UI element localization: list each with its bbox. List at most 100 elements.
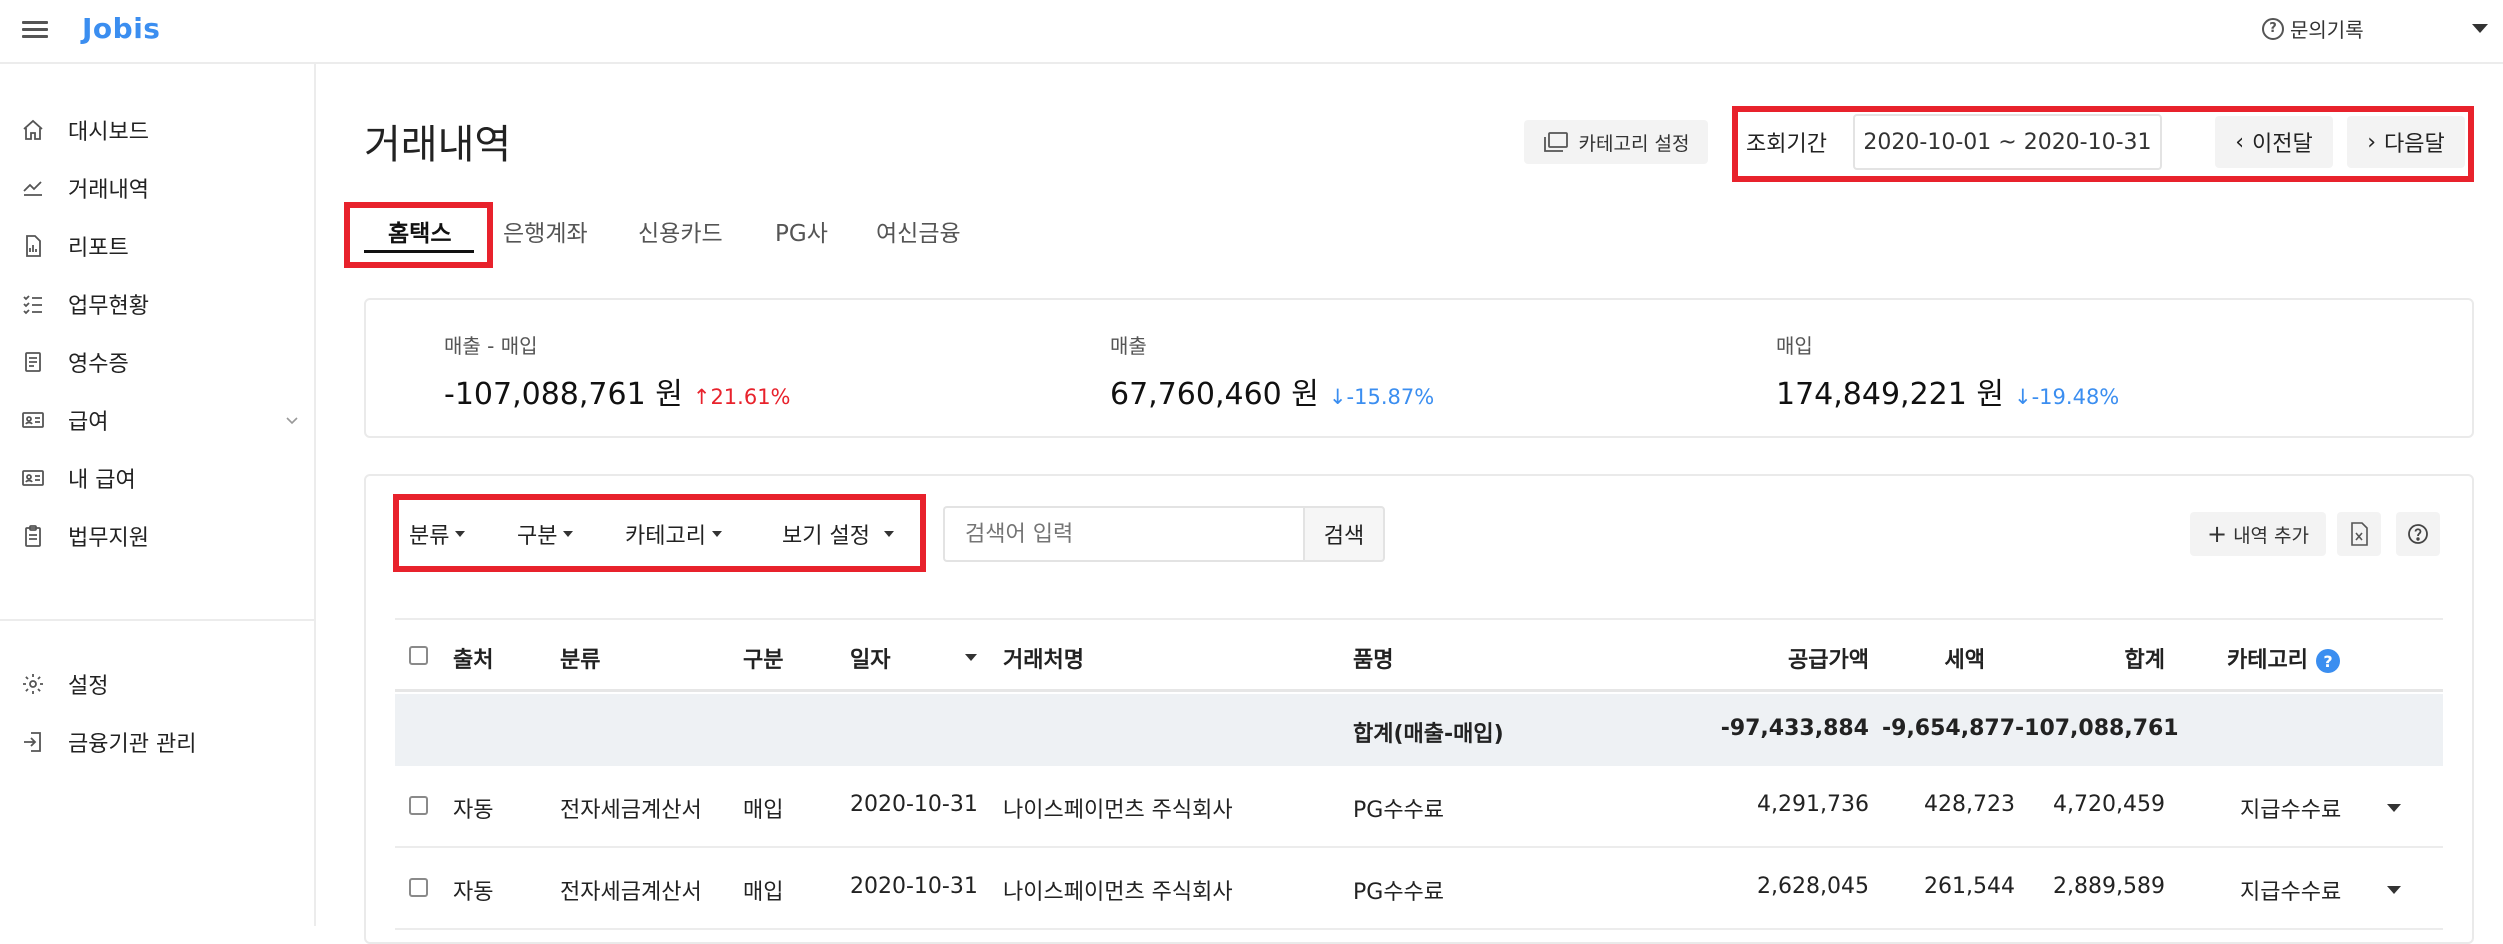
tab-bank-account[interactable]: 은행계좌 — [503, 214, 588, 248]
summary-net: 매출 - 매입 -107,088,761 원 ↑21.61% — [444, 330, 791, 413]
prev-month-button[interactable]: ‹ 이전달 — [2215, 116, 2333, 168]
category-dropdown-caret-icon[interactable] — [2387, 886, 2401, 894]
sidebar-item-label: 업무현황 — [68, 294, 149, 319]
active-tab-underline — [364, 250, 474, 253]
cell-division: 매입 — [743, 880, 784, 905]
summary-value: 67,760,460 원 — [1110, 377, 1319, 412]
row-checkbox[interactable] — [409, 796, 428, 815]
login-icon — [20, 729, 46, 755]
tab-pg[interactable]: PG사 — [775, 214, 828, 248]
question-circle-icon — [2408, 524, 2428, 544]
cell-date: 2020-10-31 — [850, 792, 978, 817]
sidebar-item-my-payroll[interactable]: 내 급여 — [20, 458, 300, 498]
receipt-icon — [20, 349, 46, 375]
col-date[interactable]: 일자 — [850, 642, 890, 674]
sidebar-item-settings[interactable]: 설정 — [20, 664, 300, 704]
col-classification[interactable]: 분류 — [560, 642, 600, 674]
summary-value: -107,088,761 원 — [444, 377, 683, 412]
summary-card: 매출 - 매입 -107,088,761 원 ↑21.61% 매출 67,760… — [364, 298, 2474, 438]
row-checkbox[interactable] — [409, 878, 428, 897]
period-date-range-field[interactable]: 2020-10-01 ~ 2020-10-31 — [1853, 114, 2162, 170]
help-button[interactable] — [2396, 512, 2440, 556]
prev-month-label: 이전달 — [2252, 132, 2313, 157]
search-button[interactable]: 검색 — [1303, 506, 1385, 562]
classification-dropdown[interactable]: 분류 — [409, 518, 466, 550]
col-total[interactable]: 합계 — [2075, 642, 2165, 674]
col-vendor[interactable]: 거래처명 — [1003, 642, 1084, 674]
sidebar-item-receipt[interactable]: 영수증 — [20, 342, 300, 382]
table-row[interactable]: 자동 전자세금계산서 매입 2020-10-31 나이스페이먼츠 주식회사 PG… — [395, 766, 2443, 848]
sidebar-divider — [0, 619, 314, 621]
add-entry-button[interactable]: + 내역 추가 — [2190, 512, 2326, 556]
cell-category[interactable]: 지급수수료 — [2240, 792, 2341, 824]
summary-value: 174,849,221 원 — [1776, 377, 2004, 412]
cell-category[interactable]: 지급수수료 — [2240, 874, 2341, 906]
search-input[interactable] — [943, 506, 1303, 562]
summary-label: 매출 — [1110, 334, 1147, 358]
summary-purchases: 매입 174,849,221 원 ↓-19.48% — [1776, 330, 2119, 413]
view-settings-dropdown[interactable]: 보기 설정 — [782, 518, 894, 550]
add-entry-label: 내역 추가 — [2233, 524, 2310, 547]
report-icon — [20, 233, 46, 259]
cell-division: 매입 — [743, 798, 784, 823]
col-supply[interactable]: 공급가액 — [1749, 642, 1869, 674]
division-dropdown[interactable]: 구분 — [517, 518, 574, 550]
tab-credit-card[interactable]: 신용카드 — [638, 214, 723, 248]
table-header: 출처 분류 구분 일자 거래처명 품명 공급가액 세액 합계 카테고리? — [395, 620, 2443, 692]
col-item[interactable]: 품명 — [1353, 642, 1393, 674]
sidebar-item-label: 거래내역 — [68, 178, 149, 203]
hamburger-menu-icon[interactable] — [22, 17, 48, 43]
gear-icon — [20, 671, 46, 697]
help-icon[interactable]: ? — [2315, 649, 2340, 673]
col-category[interactable]: 카테고리? — [2227, 642, 2340, 674]
sidebar-item-work-status[interactable]: 업무현황 — [20, 284, 300, 324]
category-dropdown-caret-icon[interactable] — [2387, 804, 2401, 812]
excel-export-button[interactable] — [2337, 512, 2381, 556]
total-amount: -107,088,761 — [2015, 716, 2179, 741]
table-row[interactable]: 자동 전자세금계산서 매입 2020-10-31 나이스페이먼츠 주식회사 PG… — [395, 848, 2443, 930]
question-circle-icon: ? — [2262, 17, 2284, 40]
total-tax: -9,654,877 — [1882, 716, 2015, 741]
app-logo[interactable]: Jobis — [82, 12, 160, 45]
sidebar-item-financial-institutions[interactable]: 금융기관 관리 — [20, 722, 300, 762]
cell-vendor: 나이스페이먼츠 주식회사 — [1003, 880, 1233, 905]
checklist-icon — [20, 291, 46, 317]
col-source[interactable]: 출처 — [453, 642, 493, 674]
chevron-down-icon[interactable] — [284, 412, 300, 428]
sort-desc-icon[interactable] — [965, 654, 977, 661]
user-menu-caret-icon[interactable] — [2472, 24, 2488, 33]
cell-total: 4,720,459 — [2053, 792, 2165, 817]
summary-delta: ↑21.61% — [692, 385, 791, 409]
cell-classification: 전자세금계산서 — [560, 880, 702, 905]
arrow-down-icon: ↓ — [2014, 385, 2032, 409]
sidebar-item-label: 대시보드 — [68, 120, 149, 145]
sidebar-item-transactions[interactable]: 거래내역 — [20, 168, 300, 208]
inquiry-history-label: 문의기록 — [2290, 18, 2364, 42]
tab-credit-finance[interactable]: 여신금융 — [876, 214, 961, 248]
total-label: 합계(매출-매입) — [1353, 722, 1504, 747]
category-settings-button[interactable]: 카테고리 설정 — [1524, 120, 1708, 164]
sidebar-item-payroll[interactable]: 급여 — [20, 400, 300, 440]
sidebar-item-dashboard[interactable]: 대시보드 — [20, 110, 300, 150]
cell-tax: 261,544 — [1924, 874, 2015, 899]
next-month-button[interactable]: › 다음달 — [2347, 116, 2465, 168]
cell-tax: 428,723 — [1924, 792, 2015, 817]
sidebar-item-label: 법무지원 — [68, 526, 149, 551]
col-division[interactable]: 구분 — [743, 642, 783, 674]
plus-icon: + — [2206, 520, 2228, 548]
summary-sales: 매출 67,760,460 원 ↓-15.87% — [1110, 330, 1434, 413]
summary-label: 매출 - 매입 — [444, 334, 538, 358]
cell-total: 2,889,589 — [2053, 874, 2165, 899]
select-all-checkbox[interactable] — [409, 646, 428, 665]
caret-down-icon — [711, 531, 722, 537]
sidebar-item-report[interactable]: 리포트 — [20, 226, 300, 266]
inquiry-history-link[interactable]: ? 문의기록 — [2262, 14, 2364, 43]
sidebar-item-legal-support[interactable]: 법무지원 — [20, 516, 300, 556]
col-tax[interactable]: 세액 — [1905, 642, 1985, 674]
category-dropdown[interactable]: 카테고리 — [625, 518, 722, 550]
summary-delta: ↓-15.87% — [1328, 385, 1435, 409]
clipboard-icon — [20, 523, 46, 549]
trend-icon — [20, 175, 46, 201]
tab-hometax[interactable]: 홈택스 — [388, 214, 451, 248]
cell-item: PG수수료 — [1353, 798, 1445, 823]
